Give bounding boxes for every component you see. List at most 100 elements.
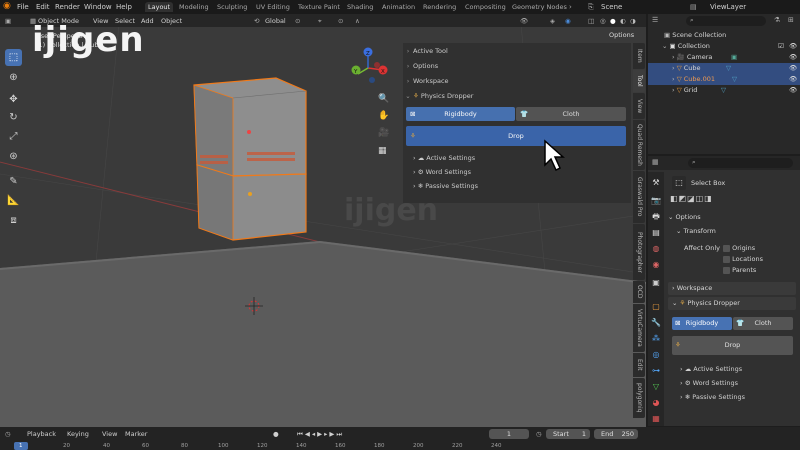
eye-icon[interactable]: 👁	[789, 52, 797, 63]
menu-file[interactable]: File	[17, 3, 29, 11]
menu-timeline-view[interactable]: View	[102, 430, 117, 438]
visibility-icon[interactable]: 👁	[520, 17, 528, 25]
pivot-icon[interactable]: ⊙	[295, 17, 300, 25]
start-frame-field[interactable]: Start 1	[546, 429, 590, 439]
snap-icon[interactable]: ⌖	[318, 17, 322, 26]
data-tab-icon[interactable]: ▽	[651, 382, 661, 392]
outliner-item-cube[interactable]: › ▽ Cube ▽ 👁	[648, 63, 800, 74]
tab-uv-editing[interactable]: UV Editing	[253, 2, 293, 12]
props-rigidbody-button[interactable]: ⊠ Rigidbody	[672, 317, 732, 330]
tab-compositing[interactable]: Compositing	[462, 2, 509, 12]
properties-search-input[interactable]: ⌕	[688, 158, 793, 168]
rotate-tool-icon[interactable]: ↻	[5, 109, 22, 126]
camera-view-icon[interactable]: 🎥	[378, 128, 389, 138]
outliner-item-grid[interactable]: › ▽ Grid ▽ 👁	[648, 85, 800, 96]
shading-wireframe-icon[interactable]: ◎	[600, 17, 606, 25]
menu-playback[interactable]: Playback	[27, 430, 56, 438]
parents-checkbox[interactable]: Parents	[723, 266, 756, 274]
menu-window[interactable]: Window	[84, 3, 112, 11]
transform-section[interactable]: ⌄ Transform	[676, 227, 716, 235]
scene-name[interactable]: Scene	[601, 3, 622, 11]
particles-tab-icon[interactable]: ⁂	[651, 334, 661, 344]
word-settings-row[interactable]: › ⚙ Word Settings	[413, 168, 471, 176]
blender-logo-icon[interactable]: ◉	[3, 1, 11, 11]
eye-icon[interactable]: 👁	[789, 85, 797, 96]
tab-virtucamera[interactable]: VirtuCamera	[633, 304, 645, 352]
editor-type-icon[interactable]: ▣	[5, 17, 11, 25]
tab-polygoniq[interactable]: polygoniq	[633, 378, 645, 418]
modifier-tab-icon[interactable]: 🔧	[651, 318, 661, 328]
props-passive-settings[interactable]: › ❄ Passive Settings	[680, 393, 745, 401]
pan-hand-icon[interactable]: ✋	[378, 111, 389, 121]
menu-edit[interactable]: Edit	[36, 3, 50, 11]
overlay-icon[interactable]: ◉	[565, 17, 571, 25]
tab-sculpting[interactable]: Sculpting	[214, 2, 250, 12]
outliner-collection[interactable]: ⌄ ▣ Collection ☑ 👁	[648, 41, 800, 52]
rigidbody-button[interactable]: ⊠ Rigidbody	[406, 107, 515, 121]
outliner-search-input[interactable]: ⌕	[686, 16, 766, 26]
eye-icon[interactable]: 👁	[789, 41, 797, 52]
playback-controls-icon[interactable]: ⏮◀◂▶▸▶⏭	[297, 430, 344, 439]
tab-view[interactable]: View	[633, 93, 645, 119]
tab-geometry-nodes[interactable]: Geometry Nodes	[509, 2, 570, 12]
select-mode-icons[interactable]: ◧◩◪◫◨	[670, 194, 713, 203]
falloff-icon[interactable]: ∧	[355, 17, 360, 25]
tab-quad-remesh[interactable]: Quad Remesh	[633, 120, 645, 170]
props-active-settings[interactable]: › ☁ Active Settings	[680, 365, 742, 373]
physics-tab-icon[interactable]: ◎	[651, 350, 661, 360]
passive-settings-row[interactable]: › ❄ Passive Settings	[413, 182, 478, 190]
tab-modeling[interactable]: Modeling	[176, 2, 212, 12]
add-cube-tool-icon[interactable]: ⧈	[5, 212, 22, 229]
panel-active-tool[interactable]: › Active Tool	[403, 44, 631, 58]
active-settings-row[interactable]: › ☁ Active Settings	[413, 154, 475, 162]
shading-material-icon[interactable]: ◐	[620, 17, 626, 25]
current-frame-field[interactable]: 1	[489, 429, 529, 439]
tab-animation[interactable]: Animation	[379, 2, 418, 12]
tab-tool[interactable]: Tool	[633, 70, 645, 92]
select-box-tool-icon[interactable]: ⬚	[5, 49, 22, 66]
tab-graswald-pro[interactable]: Graswald Pro	[633, 171, 645, 223]
timeline-editor-icon[interactable]: ◷	[5, 430, 11, 438]
proportional-edit-icon[interactable]: ⊙	[338, 17, 343, 25]
record-icon[interactable]: ●	[273, 430, 279, 438]
zoom-icon[interactable]: 🔍	[378, 94, 389, 104]
move-tool-icon[interactable]: ✥	[5, 91, 22, 108]
menu-render[interactable]: Render	[55, 3, 80, 11]
outliner-scene-collection[interactable]: ▣ Scene Collection	[648, 30, 800, 41]
options-section[interactable]: ⌄ Options	[668, 213, 701, 221]
tab-item[interactable]: Item	[633, 43, 645, 69]
transform-orientation-select[interactable]: Global	[265, 17, 286, 25]
tab-rendering[interactable]: Rendering	[420, 2, 459, 12]
collection-tab-icon[interactable]: ▣	[651, 278, 661, 288]
outliner-editor-icon[interactable]: ☰	[652, 16, 658, 24]
eye-icon[interactable]: 👁	[789, 63, 797, 74]
menu-keying[interactable]: Keying	[67, 430, 89, 438]
menu-object[interactable]: Object	[161, 17, 182, 25]
outliner-item-camera[interactable]: › 🎥 Camera ▣ 👁	[648, 52, 800, 63]
transform-tool-icon[interactable]: ⊛	[5, 148, 22, 165]
tab-ocd[interactable]: OCD	[633, 281, 645, 303]
tool-tab-icon[interactable]: ⚒	[651, 178, 661, 188]
gizmo-icon[interactable]: ◈	[550, 17, 555, 25]
tab-layout[interactable]: Layout	[145, 2, 174, 12]
props-cloth-button[interactable]: 👕 Cloth	[733, 317, 793, 330]
end-frame-field[interactable]: End 250	[594, 429, 638, 439]
tab-texture-paint[interactable]: Texture Paint	[295, 2, 343, 12]
properties-editor-icon[interactable]: ▦	[652, 158, 659, 166]
constraints-tab-icon[interactable]: ⊶	[651, 366, 661, 376]
drop-button[interactable]: ⚘ Drop	[406, 126, 626, 146]
tab-photographer[interactable]: Photographer	[633, 224, 645, 280]
panel-workspace[interactable]: › Workspace	[403, 74, 631, 88]
scene-tab-icon[interactable]: ◍	[651, 244, 661, 254]
measure-tool-icon[interactable]: 📐	[5, 192, 22, 209]
panel-options[interactable]: › Options	[403, 59, 631, 73]
locations-checkbox[interactable]: Locations	[723, 255, 763, 263]
panel-physics-dropper[interactable]: ⌄ ⚘ Physics Dropper	[403, 89, 631, 103]
world-tab-icon[interactable]: ◉	[651, 260, 661, 270]
props-drop-button[interactable]: ⚘ Drop	[672, 336, 793, 355]
render-tab-icon[interactable]: 📷	[651, 196, 661, 206]
shading-rendered-icon[interactable]: ◑	[630, 17, 636, 25]
cloth-button[interactable]: 👕 Cloth	[516, 107, 626, 121]
more-tabs-icon[interactable]: ›	[569, 3, 572, 11]
view-layer-name[interactable]: ViewLayer	[710, 3, 746, 11]
